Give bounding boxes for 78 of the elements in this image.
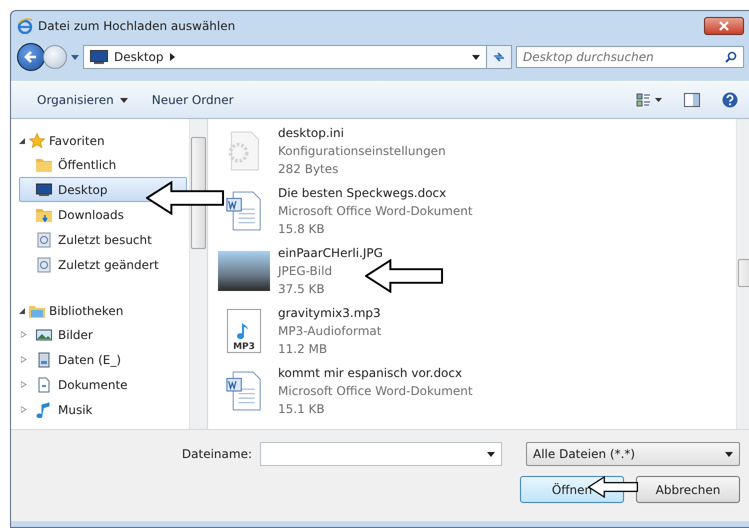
collapsed-arrow-icon[interactable] [21,406,27,413]
pictures-icon [36,326,52,342]
chevron-icon [170,53,174,61]
file-name: Die besten Speckwegs.docx [278,185,448,202]
sidebar-item[interactable]: Dokumente [19,372,187,397]
file-name: einPaarCHerli.JPG [278,245,383,262]
collapsed-arrow-icon[interactable] [21,381,27,388]
file-name: gravitymix3.mp3 [278,305,382,322]
help-icon[interactable] [722,92,738,108]
file-size: 15.8 KB [278,221,326,238]
scrollbar[interactable] [189,119,207,429]
caret-icon [725,452,733,456]
monitor-icon [90,50,108,64]
history-caret-icon[interactable] [71,54,79,60]
word-document-icon [226,371,262,411]
file-type-dropdown[interactable]: Alle Dateien (*.*) [526,442,740,466]
sidebar-group[interactable]: Favoriten [19,129,189,152]
sidebar-item[interactable]: Zuletzt besucht [19,227,187,252]
back-button[interactable] [17,43,45,71]
preview-pane-icon[interactable] [684,93,700,107]
sidebar-group[interactable]: Bibliotheken [19,299,189,322]
file-size: 11.2 MB [278,341,328,358]
back-arrow-icon [23,49,39,65]
file-item[interactable]: Die besten Speckwegs.docx Microsoft Office Word-Dokument 15.8 KB [218,181,736,241]
collapsed-arrow-icon[interactable] [21,331,27,338]
download-folder-icon [36,206,52,222]
sidebar-item[interactable]: Bilder [19,322,187,347]
photo-placeholder [218,251,270,291]
search-icon [725,51,737,63]
sidebar-item[interactable]: Musik [19,397,187,422]
folder-icon [36,156,52,172]
file-type: MP3-Audioformat [278,323,382,340]
search-field[interactable]: Desktop durchsuchen [516,46,744,68]
file-item[interactable]: kommt mir espanisch vor.docx Microsoft Office Word-Dokument 15.1 KB [218,361,736,421]
monitor-icon [36,182,52,198]
word-document-icon [226,191,262,231]
file-size: 282 Bytes [278,161,340,178]
close-button[interactable] [704,17,744,35]
caret-icon [120,98,128,102]
file-name-field[interactable] [260,442,502,466]
window-title: Datei zum Hochladen auswählen [38,19,236,33]
file-item[interactable]: einPaarCHerli.JPG JPEG-Bild 37.5 KB [218,241,736,301]
toolbar-button[interactable]: Neuer Ordner [142,89,244,111]
file-type: Microsoft Office Word-Dokument [278,383,473,400]
file-type-label: MP3 [233,342,255,352]
sidebar-item[interactable]: Downloads [19,202,187,227]
file-name: kommt mir espanisch vor.docx [278,365,464,382]
collapsed-arrow-icon[interactable] [21,356,27,363]
address-bar[interactable]: Desktop [83,45,487,69]
file-size: 37.5 KB [278,281,326,298]
browser-logo-icon [17,18,33,34]
refresh-icon [492,51,506,63]
expanded-arrow-icon[interactable] [19,138,25,144]
view-options-icon[interactable] [636,93,662,107]
cancel-button[interactable]: Abbrechen [636,476,740,503]
sidebar-item[interactable]: Daten (E_) [19,347,187,372]
file-type: Konfigurationseinstellungen [278,143,446,160]
refresh-button[interactable] [486,45,512,69]
file-name: desktop.ini [278,125,345,142]
settings-file-icon [226,131,262,171]
close-icon [719,21,729,31]
caret-icon [472,54,480,60]
drive-icon [36,352,52,368]
sidebar-item[interactable]: Zuletzt geändert [19,252,187,277]
scrollbar[interactable] [736,119,749,429]
file-name-label: Dateiname: [182,447,252,461]
file-type: JPEG-Bild [278,263,334,280]
caret-icon [487,452,495,457]
music-note-icon [36,402,52,418]
file-item[interactable]: desktop.ini Konfigurationseinstellungen 282 Bytes [218,121,736,181]
file-size: 15.1 KB [278,401,326,418]
file-item[interactable]: MP3 gravitymix3.mp3 MP3-Audioformat 11.2 MB [218,301,736,361]
toolbar-button[interactable]: Organisieren [27,89,138,111]
address-text: Desktop [114,50,164,64]
file-type: Microsoft Office Word-Dokument [278,203,473,220]
sidebar-item[interactable]: Öffentlich [19,152,187,177]
star-icon [29,132,45,148]
expanded-arrow-icon[interactable] [19,308,25,314]
